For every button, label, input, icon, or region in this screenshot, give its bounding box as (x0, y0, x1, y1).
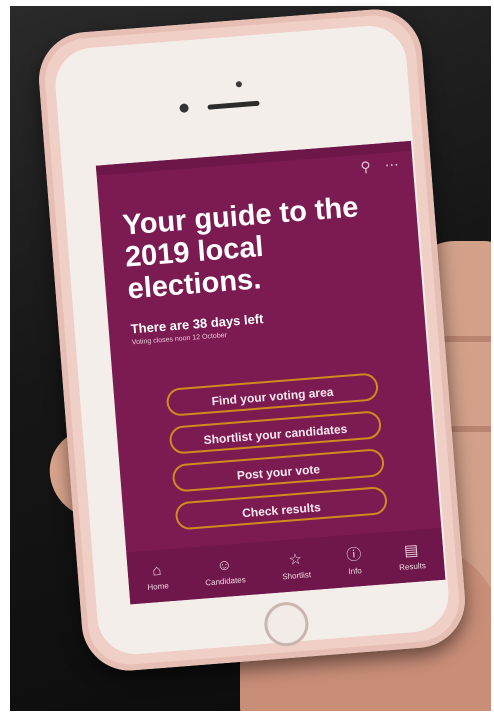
tab-label: Home (147, 580, 170, 592)
tab-info[interactable]: ⓘ Info (346, 546, 363, 576)
hardware-home-button[interactable] (262, 600, 311, 648)
bottom-tab-bar: ⌂ Home ☺ Candidates ☆ Shortlist ⓘ Info ▤ (126, 527, 446, 605)
tab-candidates[interactable]: ☺ Candidates (203, 555, 246, 587)
home-icon: ⌂ (151, 561, 162, 580)
tab-home[interactable]: ⌂ Home (145, 561, 170, 592)
days-left-text: There are 38 days left (130, 311, 264, 337)
proximity-sensor (235, 81, 243, 88)
phone-body: ⚲ ⋯ Your guide to the 2019 local electio… (52, 23, 452, 657)
tab-label: Shortlist (281, 569, 312, 581)
top-actions: ⚲ ⋯ (360, 156, 399, 176)
tab-label: Candidates (204, 574, 246, 587)
tab-results[interactable]: ▤ Results (397, 541, 426, 572)
more-icon[interactable]: ⋯ (384, 156, 399, 174)
page-title: Your guide to the 2019 local elections. (121, 191, 360, 306)
star-icon: ☆ (287, 550, 303, 569)
zoom-in-icon[interactable]: ⚲ (360, 158, 372, 176)
tab-label: Info (348, 565, 363, 576)
tab-label: Results (398, 560, 427, 572)
phone-device: ⚲ ⋯ Your guide to the 2019 local electio… (35, 5, 469, 675)
find-voting-area-button[interactable]: Find your voting area (165, 372, 380, 417)
tab-shortlist[interactable]: ☆ Shortlist (280, 550, 312, 581)
shortlist-candidates-button[interactable]: Shortlist your candidates (168, 410, 383, 455)
person-icon: ☺ (215, 555, 233, 574)
earpiece-speaker (207, 100, 260, 110)
chart-icon: ▤ (403, 541, 419, 560)
front-camera (179, 103, 189, 113)
info-icon: ⓘ (345, 545, 363, 564)
post-vote-button[interactable]: Post your vote (171, 448, 386, 493)
app-screen: ⚲ ⋯ Your guide to the 2019 local electio… (95, 140, 446, 605)
check-results-button[interactable]: Check results (174, 485, 389, 531)
